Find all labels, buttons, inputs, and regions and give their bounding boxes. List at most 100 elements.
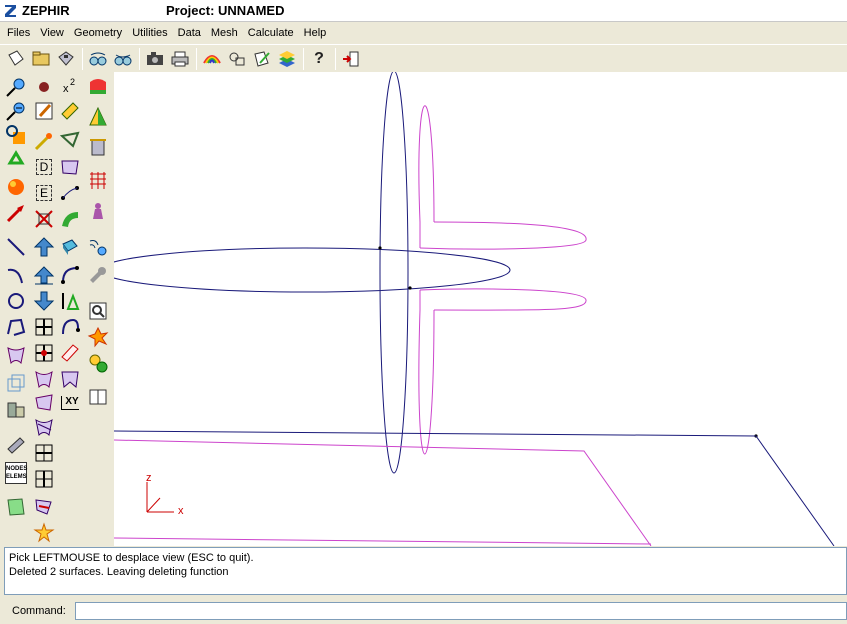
mesh-grid-tool[interactable] (85, 168, 111, 194)
layers-icon (279, 50, 295, 67)
volume-tool[interactable] (3, 370, 29, 396)
red-point-icon (39, 82, 49, 92)
render-button[interactable] (200, 47, 224, 71)
copy-tool[interactable] (57, 234, 83, 260)
paint-tool[interactable] (57, 98, 83, 124)
command-row: Command: (0, 598, 847, 624)
distance-e-tool[interactable]: E (31, 180, 57, 206)
move-down-tool[interactable] (31, 288, 57, 314)
project-title: Project: UNNAMED (166, 3, 285, 18)
select-region-tool[interactable] (57, 340, 83, 366)
vector-tool[interactable] (3, 200, 29, 226)
bezier-tool[interactable] (57, 154, 83, 180)
new-file-button[interactable] (4, 47, 28, 71)
regenerate-tool[interactable] (3, 148, 29, 174)
surface-twist-tool[interactable] (57, 366, 83, 392)
fillet-tool[interactable] (57, 128, 83, 154)
arc-tool[interactable] (3, 262, 29, 288)
split-horizontal-icon (35, 444, 53, 462)
direction-tool[interactable] (31, 494, 57, 520)
arc-icon (7, 268, 23, 284)
nodes-elems-tool[interactable]: NODES ELEMS (3, 460, 29, 486)
distance-r-icon: D (35, 159, 53, 175)
edit-notes-button[interactable] (250, 47, 274, 71)
menu-view[interactable]: View (35, 24, 69, 42)
wrench-tool[interactable] (85, 262, 111, 288)
message-line-1: Pick LEFTMOUSE to desplace view (ESC to … (9, 552, 254, 564)
move-up-tool[interactable] (31, 234, 57, 260)
split-vertical-tool[interactable] (31, 466, 57, 492)
zoom-out-tool[interactable] (3, 98, 29, 124)
menu-files[interactable]: Files (2, 24, 35, 42)
help-button[interactable]: ? (307, 47, 331, 71)
command-label: Command: (12, 605, 66, 617)
cylinder-tool[interactable] (3, 396, 29, 422)
surface-fold-tool[interactable] (31, 390, 57, 416)
select-region-icon (61, 344, 79, 362)
grid-split-tool[interactable] (31, 314, 57, 340)
coordinate-xy-tool[interactable]: XY (57, 390, 83, 416)
node-point[interactable] (408, 286, 412, 290)
zoom-in-tool[interactable] (3, 74, 29, 100)
up-arrow-icon (33, 237, 55, 257)
gears-tool[interactable] (85, 350, 111, 376)
print-button[interactable] (168, 47, 192, 71)
axis-triad: z x (146, 472, 184, 517)
gate-tool[interactable] (85, 134, 111, 160)
probe-tool[interactable] (85, 198, 111, 224)
zoom-view-alt-button[interactable] (111, 47, 135, 71)
render-solid-tool[interactable] (3, 174, 29, 200)
layers-button[interactable] (275, 47, 299, 71)
explode-tool[interactable] (31, 520, 57, 546)
colored-surface-icon (90, 79, 106, 94)
surface-tool[interactable] (3, 342, 29, 368)
magic-wand-tool[interactable] (31, 128, 57, 154)
exponent-tool[interactable]: x2 (57, 74, 83, 100)
zoom-window-tool[interactable] (3, 122, 29, 148)
shapes-button[interactable] (225, 47, 249, 71)
menu-help[interactable]: Help (299, 24, 332, 42)
node-point[interactable] (378, 246, 382, 250)
menu-utilities[interactable]: Utilities (127, 24, 172, 42)
menu-calculate[interactable]: Calculate (243, 24, 299, 42)
surface-mesh-tool[interactable] (31, 414, 57, 440)
model-canvas[interactable]: z x (114, 72, 847, 546)
point-tool[interactable] (31, 74, 57, 100)
circle-tool[interactable] (3, 288, 29, 314)
edit-tool[interactable] (31, 98, 57, 124)
explode-material-tool[interactable] (85, 324, 111, 350)
message-console: Pick LEFTMOUSE to desplace view (ESC to … (4, 547, 847, 595)
render-surface-tool[interactable] (85, 74, 111, 100)
polyline-tool[interactable] (3, 314, 29, 340)
open-file-button[interactable] (29, 47, 53, 71)
model-viewport[interactable]: z x (114, 72, 847, 546)
eraser-tool[interactable] (3, 432, 29, 458)
pyramid-tool[interactable] (85, 104, 111, 130)
sensor-tool[interactable] (85, 234, 111, 260)
manual-tool[interactable] (85, 384, 111, 410)
join-tool[interactable] (57, 314, 83, 340)
move-up-bar-tool[interactable] (31, 262, 57, 288)
menu-data[interactable]: Data (173, 24, 206, 42)
line-tool[interactable] (3, 234, 29, 260)
inspect-tool[interactable] (85, 298, 111, 324)
grid-point-tool[interactable] (31, 340, 57, 366)
menu-mesh[interactable]: Mesh (206, 24, 243, 42)
snapshot-button[interactable] (143, 47, 167, 71)
exit-button[interactable] (339, 47, 363, 71)
open-book-icon (89, 389, 107, 405)
xy-axes-icon: XY (61, 396, 79, 410)
surface-warp-tool[interactable] (31, 366, 57, 392)
distance-r-tool[interactable]: D (31, 154, 57, 180)
mesh-map-tool[interactable] (3, 494, 29, 520)
command-input[interactable] (75, 602, 847, 620)
save-button[interactable] (54, 47, 78, 71)
dimension-tool[interactable] (31, 206, 57, 232)
menu-geometry[interactable]: Geometry (69, 24, 127, 42)
measure-tool[interactable] (57, 288, 83, 314)
connect-tool[interactable] (57, 180, 83, 206)
split-horizontal-tool[interactable] (31, 440, 57, 466)
zoom-view-button[interactable] (86, 47, 110, 71)
sweep-tool[interactable] (57, 206, 83, 232)
translate-tool[interactable] (57, 262, 83, 288)
